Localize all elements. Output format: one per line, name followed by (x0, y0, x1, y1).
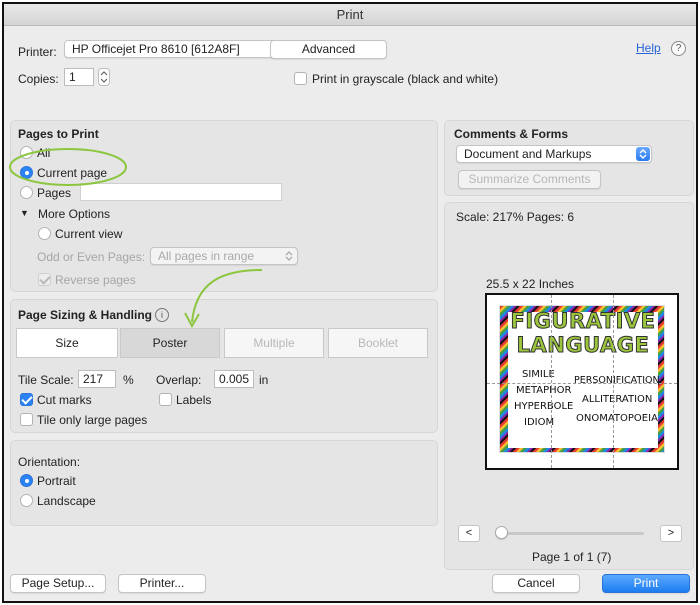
annotation-arrow (191, 269, 263, 323)
print-dialog: Print Printer: HP Officejet Pro 8610 [61… (2, 2, 698, 603)
annotation-circle (9, 148, 127, 186)
annotation-overlay (9, 148, 263, 329)
